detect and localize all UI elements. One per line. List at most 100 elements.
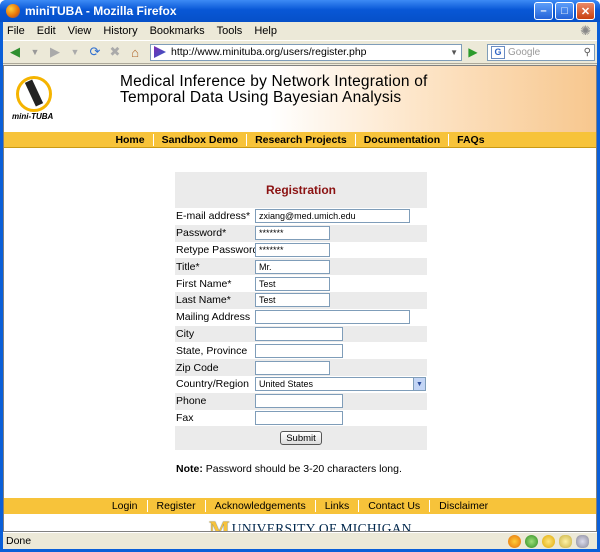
top-navigation: Home Sandbox Demo Research Projects Docu… [4, 132, 596, 148]
fax-field[interactable] [255, 410, 343, 425]
password-row: Password* ******* [175, 224, 427, 242]
menu-help[interactable]: Help [254, 25, 277, 37]
first-name-label: First Name* [176, 277, 232, 290]
status-bar: Done [3, 532, 597, 549]
title-bar: miniTUBA - Mozilla Firefox – □ ✕ [0, 0, 600, 22]
back-icon[interactable]: ◀ [6, 43, 24, 61]
zip-code-row: Zip Code [175, 359, 427, 376]
nav-sandbox-demo-link[interactable]: Sandbox Demo [154, 133, 248, 146]
cloud-icon[interactable] [576, 534, 589, 548]
submit-button[interactable]: Submit [280, 431, 322, 446]
menu-file[interactable]: File [7, 25, 25, 37]
nav-home-link[interactable]: Home [107, 133, 154, 146]
state-label: State, Province [176, 344, 248, 357]
email-label: E-mail address* [176, 210, 251, 223]
nav-faqs-link[interactable]: FAQs [449, 134, 492, 146]
yellow-status-icon[interactable] [542, 534, 555, 548]
footer-disclaimer-link[interactable]: Disclaimer [430, 500, 497, 512]
browser-window: miniTUBA - Mozilla Firefox – □ ✕ File Ed… [0, 0, 600, 552]
search-icon[interactable]: ⚲ [584, 47, 591, 58]
window-title: miniTUBA - Mozilla Firefox [25, 4, 177, 18]
phone-field[interactable] [255, 394, 343, 409]
email-field[interactable]: zxiang@med.umich.edu [255, 209, 410, 224]
note-label: Note: [176, 463, 203, 475]
mailing-address-field[interactable] [255, 310, 410, 325]
firefox-icon [6, 4, 20, 18]
reload-icon[interactable]: ⟳ [86, 43, 104, 61]
forward-dropdown-icon[interactable]: ▼ [66, 43, 84, 61]
city-label: City [176, 327, 195, 340]
chevron-down-icon[interactable]: ▼ [413, 378, 425, 391]
nav-documentation-link[interactable]: Documentation [356, 133, 450, 146]
password-field[interactable]: ******* [255, 226, 330, 241]
search-box[interactable]: G Google ⚲ [487, 43, 595, 61]
throbber-icon: ✺ [580, 23, 591, 38]
menu-tools[interactable]: Tools [217, 25, 243, 37]
search-placeholder: Google [508, 46, 541, 58]
city-field[interactable] [255, 326, 343, 341]
zip-code-field[interactable] [255, 360, 330, 375]
mailing-address-row: Mailing Address [175, 309, 427, 326]
minituba-logo[interactable]: mini-TUBA [10, 72, 56, 124]
addon-icon[interactable] [508, 534, 521, 548]
minimize-button[interactable]: – [534, 2, 553, 20]
title-row: Title* Mr. [175, 258, 427, 276]
password-note: Note: Password should be 3-20 characters… [176, 463, 402, 475]
fax-label: Fax [176, 411, 194, 424]
state-field[interactable] [255, 343, 343, 358]
last-name-row: Last Name* Test [175, 291, 427, 309]
retype-password-row: Retype Password* ******* [175, 242, 427, 259]
status-text: Done [6, 535, 32, 547]
go-icon[interactable]: ▶ [465, 44, 481, 60]
country-label: Country/Region [176, 378, 249, 391]
weather-icon[interactable] [559, 534, 572, 548]
menu-bar: File Edit View History Bookmarks Tools H… [3, 22, 597, 40]
phone-row: Phone [175, 392, 427, 410]
forward-icon[interactable]: ▶ [46, 43, 64, 61]
retype-password-field[interactable]: ******* [255, 242, 330, 257]
footer-login-link[interactable]: Login [103, 500, 148, 512]
footer-acknowledgements-link[interactable]: Acknowledgements [206, 500, 316, 512]
menu-bookmarks[interactable]: Bookmarks [150, 25, 205, 37]
menu-view[interactable]: View [68, 25, 92, 37]
zip-code-label: Zip Code [176, 361, 219, 374]
footer-links-link[interactable]: Links [316, 500, 360, 512]
headline-line-2: Temporal Data Using Bayesian Analysis [120, 89, 402, 106]
url-dropdown-icon[interactable]: ▼ [450, 48, 458, 57]
nav-research-projects-link[interactable]: Research Projects [247, 133, 356, 146]
state-row: State, Province [175, 342, 427, 359]
registration-form: Registration E-mail address* zxiang@med.… [175, 172, 427, 454]
green-status-icon[interactable] [525, 534, 538, 548]
site-headline: Medical Inference by Network Integration… [120, 74, 428, 106]
fax-row: Fax [175, 410, 427, 427]
title-field[interactable]: Mr. [255, 259, 330, 274]
status-icons [508, 534, 589, 548]
stop-icon[interactable]: ✖ [106, 43, 124, 61]
page-content: mini-TUBA Medical Inference by Network I… [3, 65, 597, 532]
menu-history[interactable]: History [103, 25, 137, 37]
url-bar[interactable]: http://www.minituba.org/users/register.p… [150, 43, 462, 61]
note-text: Password should be 3-20 characters long. [205, 463, 402, 475]
close-button[interactable]: ✕ [576, 2, 595, 20]
country-selected-value: United States [259, 379, 314, 390]
block-m-logo: M [209, 516, 230, 532]
footer-contact-us-link[interactable]: Contact Us [359, 500, 431, 512]
maximize-button[interactable]: □ [555, 2, 574, 20]
first-name-field[interactable]: Test [255, 276, 330, 291]
home-icon[interactable]: ⌂ [126, 43, 144, 61]
email-row: E-mail address* zxiang@med.umich.edu [175, 208, 427, 225]
menu-edit[interactable]: Edit [37, 25, 56, 37]
navigation-toolbar: ◀ ▼ ▶ ▼ ⟳ ✖ ⌂ http://www.minituba.org/us… [3, 40, 597, 64]
university-of-michigan-logo[interactable]: M UNIVERSITY OF MICHIGAN [209, 516, 412, 532]
password-label: Password* [176, 227, 227, 240]
footer-register-link[interactable]: Register [148, 500, 206, 512]
back-dropdown-icon[interactable]: ▼ [26, 43, 44, 61]
phone-label: Phone [176, 395, 207, 408]
last-name-label: Last Name* [176, 294, 231, 307]
country-select[interactable]: United States ▼ [255, 377, 426, 392]
form-title: Registration [175, 172, 427, 208]
google-engine-icon[interactable]: G [491, 45, 505, 59]
footer-navigation: Login Register Acknowledgements Links Co… [4, 498, 596, 514]
last-name-field[interactable]: Test [255, 293, 330, 308]
retype-password-label: Retype Password* [176, 243, 263, 256]
